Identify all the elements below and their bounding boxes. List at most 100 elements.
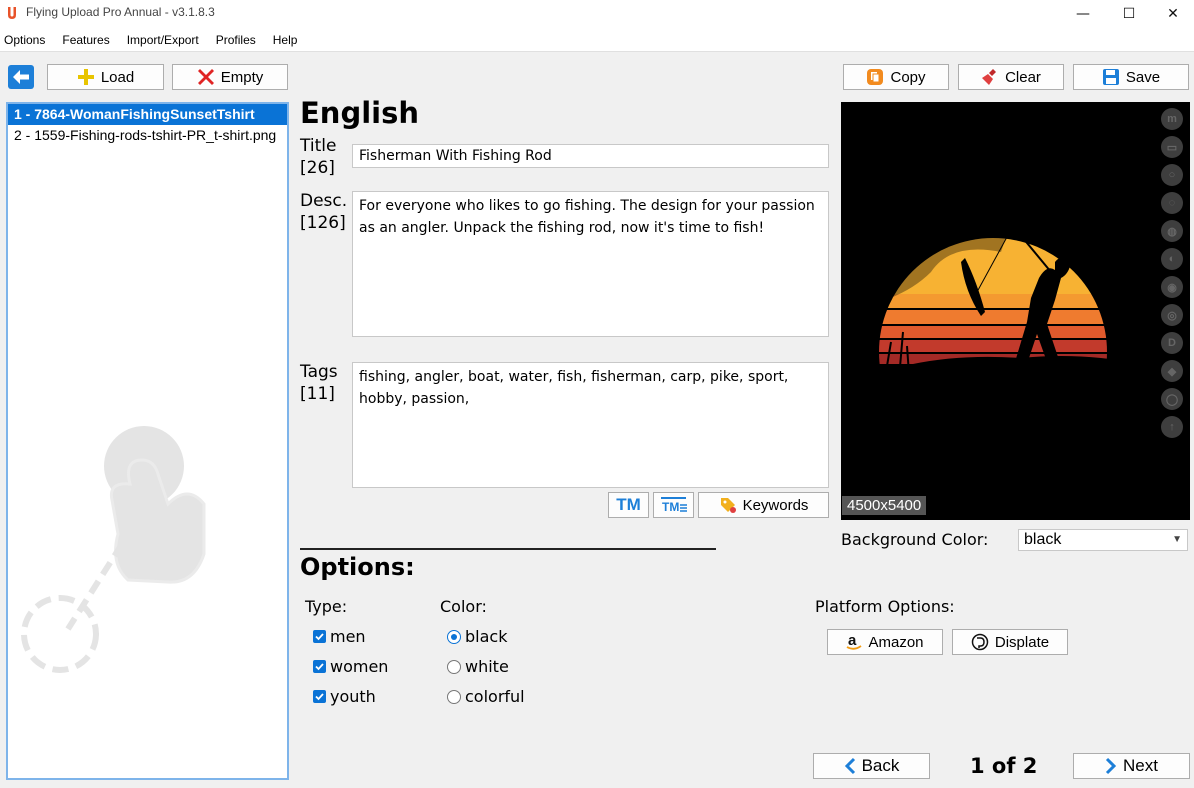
platform-displate-icon[interactable]: D	[1161, 332, 1183, 354]
amazon-label: Amazon	[868, 633, 924, 651]
clear-button[interactable]: Clear	[958, 64, 1064, 90]
desc-label-group: Desc. [126]	[300, 190, 347, 234]
platform-printful-icon[interactable]: ◎	[1161, 304, 1183, 326]
radio-selected-icon	[447, 629, 461, 644]
minimize-button[interactable]: —	[1060, 0, 1106, 28]
next-button[interactable]: Next	[1073, 753, 1190, 779]
plus-icon	[77, 68, 95, 86]
checkbox-checked-icon	[313, 660, 326, 673]
title-count: [26]	[300, 158, 335, 178]
file-list[interactable]: 1 - 7864-WomanFishingSunsetTshirt 2 - 15…	[6, 102, 289, 780]
maximize-button[interactable]: ☐	[1106, 0, 1152, 28]
tags-textarea[interactable]: fishing, angler, boat, water, fish, fish…	[352, 362, 829, 488]
load-button[interactable]: Load	[47, 64, 164, 90]
tag-icon	[719, 496, 737, 514]
platform-options-heading: Platform Options:	[815, 597, 955, 616]
menu-help[interactable]: Help	[273, 33, 298, 47]
collapse-button[interactable]	[8, 65, 34, 89]
file-list-item[interactable]: 1 - 7864-WomanFishingSunsetTshirt	[8, 104, 287, 125]
back-button[interactable]: Back	[813, 753, 930, 779]
title-label: Title	[300, 136, 337, 156]
displate-button[interactable]: Displate	[952, 629, 1068, 655]
close-button[interactable]: ✕	[1150, 0, 1194, 28]
copy-button[interactable]: Copy	[843, 64, 949, 90]
chevron-left-icon	[844, 757, 856, 775]
platform-shirtee-icon[interactable]: ◯	[1161, 388, 1183, 410]
type-women-checkbox[interactable]: women	[313, 657, 388, 676]
image-dimensions: 4500x5400	[842, 496, 927, 515]
platform-upload-icon[interactable]: ↑	[1161, 416, 1183, 438]
copy-icon	[866, 68, 884, 86]
app-logo-icon	[8, 7, 16, 19]
svg-text:a: a	[848, 633, 857, 649]
next-label: Next	[1123, 756, 1158, 775]
platform-teepublic-icon[interactable]: ◌	[1161, 192, 1183, 214]
radio-empty-icon	[447, 659, 461, 674]
arrow-left-icon	[8, 65, 34, 89]
menu-options[interactable]: Options	[4, 33, 45, 47]
type-men-checkbox[interactable]: men	[313, 627, 366, 646]
options-divider	[300, 548, 716, 550]
window-title: Flying Upload Pro Annual - v3.1.8.3	[26, 5, 215, 19]
language-heading: English	[300, 96, 420, 130]
platform-teespring-icon[interactable]: ◉	[1161, 276, 1183, 298]
platform-merch-icon[interactable]: m	[1161, 108, 1183, 130]
options-heading: Options:	[300, 553, 415, 581]
type-men-label: men	[330, 627, 366, 646]
back-label: Back	[861, 756, 900, 775]
color-white-radio[interactable]: white	[447, 657, 509, 676]
amazon-icon: a	[846, 633, 863, 651]
color-white-label: white	[465, 657, 509, 676]
tm-check-button[interactable]: TM	[608, 492, 649, 518]
platform-redbubble-icon[interactable]: ▭	[1161, 136, 1183, 158]
close-icon: ✕	[1167, 6, 1179, 22]
type-youth-label: youth	[330, 687, 376, 706]
platform-zazzle-icon[interactable]: ◍	[1161, 220, 1183, 242]
fishing-sunset-artwork	[879, 208, 1141, 403]
checkbox-checked-icon	[313, 690, 326, 703]
desc-count: [126]	[300, 213, 346, 233]
x-icon	[197, 68, 215, 86]
tags-label-group: Tags [11]	[300, 361, 338, 405]
save-button[interactable]: Save	[1073, 64, 1189, 90]
keywords-button[interactable]: Keywords	[698, 492, 829, 518]
empty-label: Empty	[220, 68, 264, 86]
maximize-icon: ☐	[1122, 6, 1136, 22]
minimize-icon: —	[1076, 6, 1090, 22]
type-youth-checkbox[interactable]: youth	[313, 687, 376, 706]
tags-label: Tags	[300, 362, 338, 382]
menu-features[interactable]: Features	[62, 33, 109, 47]
description-textarea[interactable]: For everyone who likes to go fishing. Th…	[352, 191, 829, 337]
platform-spreadshirt-icon[interactable]: ○	[1161, 164, 1183, 186]
color-black-label: black	[465, 627, 508, 646]
chevron-down-icon: ▼	[1172, 534, 1182, 545]
menu-profiles[interactable]: Profiles	[216, 33, 256, 47]
chevron-right-icon	[1105, 757, 1117, 775]
displate-label: Displate	[994, 633, 1050, 651]
background-color-select[interactable]: black ▼	[1018, 529, 1188, 551]
radio-empty-icon	[447, 689, 461, 704]
title-input[interactable]: Fisherman With Fishing Rod	[352, 144, 829, 168]
platform-etsy-icon[interactable]: ◆	[1161, 360, 1183, 382]
empty-button[interactable]: Empty	[172, 64, 288, 90]
color-colorful-radio[interactable]: colorful	[447, 687, 525, 706]
desc-label: Desc.	[300, 191, 348, 211]
background-color-value: black	[1024, 531, 1062, 548]
copy-label: Copy	[890, 68, 926, 86]
file-list-item[interactable]: 2 - 1559-Fishing-rods-tshirt-PR_t-shirt.…	[8, 125, 287, 146]
color-heading: Color:	[440, 597, 487, 616]
clear-label: Clear	[1005, 68, 1041, 86]
platform-society6-icon[interactable]: ◐	[1161, 248, 1183, 270]
menu-import-export[interactable]: Import/Export	[127, 33, 199, 47]
amazon-button[interactable]: a Amazon	[827, 629, 943, 655]
background-color-label: Background Color:	[841, 530, 989, 549]
keywords-label: Keywords	[742, 496, 809, 514]
tags-count: [11]	[300, 384, 335, 404]
load-label: Load	[100, 68, 135, 86]
save-label: Save	[1125, 68, 1161, 86]
svg-text:TM: TM	[662, 500, 679, 514]
type-heading: Type:	[305, 597, 348, 616]
tm-list-button[interactable]: TM	[653, 492, 694, 518]
broom-icon	[981, 68, 999, 86]
color-black-radio[interactable]: black	[447, 627, 507, 646]
